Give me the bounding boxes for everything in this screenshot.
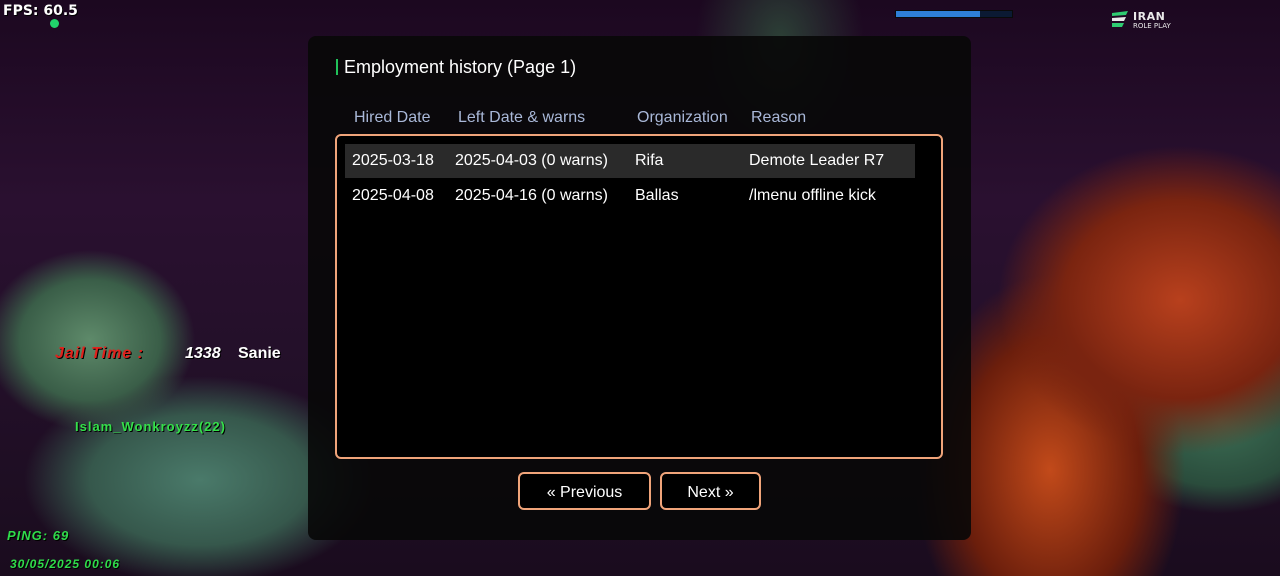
cell-left-date: 2025-04-16 (0 warns) [455, 187, 608, 204]
iran-rp-logo-icon [1112, 11, 1128, 27]
logo-subtitle: ROLE PLAY [1133, 22, 1171, 30]
column-header-reason: Reason [751, 109, 807, 126]
cell-organization: Ballas [635, 187, 679, 204]
player-nametag: Islam_Wonkroyzz(22) [75, 419, 226, 434]
health-bar [895, 10, 1013, 18]
cell-hired-date: 2025-04-08 [352, 187, 434, 204]
ping-display: PING: 69 [7, 528, 70, 543]
cell-organization: Rifa [635, 152, 664, 169]
jail-player-name: Sanie [238, 345, 281, 362]
health-bar-fill [896, 11, 980, 17]
date-time-display: 30/05/2025 00:06 [10, 557, 121, 571]
column-header-organization: Organization [637, 109, 728, 126]
history-list[interactable]: 2025-03-18 2025-04-03 (0 warns) Rifa Dem… [335, 134, 943, 459]
fps-counter: FPS: 60.5 [3, 3, 78, 19]
status-dot-icon [50, 19, 59, 28]
list-row[interactable]: 2025-04-08 2025-04-16 (0 warns) Ballas /… [345, 179, 915, 213]
cell-reason: /lmenu offline kick [749, 187, 876, 204]
cell-hired-date: 2025-03-18 [352, 152, 434, 169]
column-header-left-date: Left Date & warns [458, 109, 586, 126]
jail-time-label: Jail Time : [55, 345, 144, 362]
employment-history-dialog: Employment history (Page 1) Hired Date L… [308, 36, 971, 540]
previous-page-button[interactable]: « Previous [518, 472, 651, 510]
title-accent-bar [336, 59, 338, 75]
dialog-title: Employment history (Page 1) [344, 57, 577, 77]
jail-time-value: 1338 [185, 345, 221, 362]
cell-reason: Demote Leader R7 [749, 152, 885, 169]
next-page-button[interactable]: Next » [660, 472, 761, 510]
column-header-hired-date: Hired Date [354, 109, 431, 126]
list-row[interactable]: 2025-03-18 2025-04-03 (0 warns) Rifa Dem… [345, 144, 915, 178]
cell-left-date: 2025-04-03 (0 warns) [455, 152, 608, 169]
